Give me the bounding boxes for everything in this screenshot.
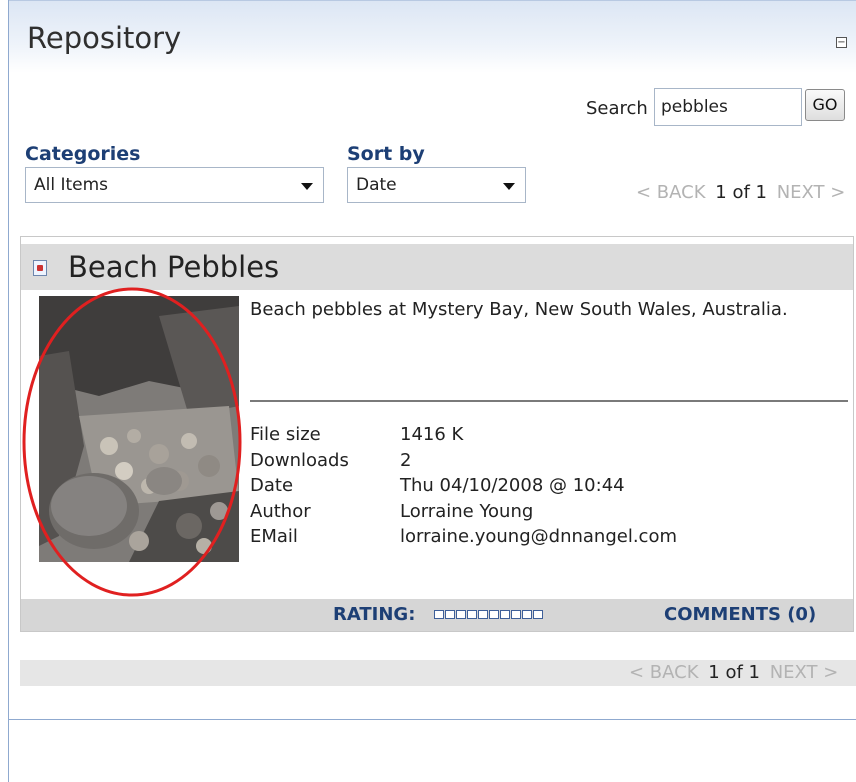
rating-box-icon[interactable] [533,610,543,619]
detail-value: 1416 K [400,424,464,445]
go-button[interactable]: GO [805,89,845,121]
pager-next-link[interactable]: NEXT > [770,662,839,683]
search-label: Search [586,98,648,119]
chevron-down-icon [301,183,313,190]
detail-label: EMail [250,526,298,547]
categories-label: Categories [25,143,141,165]
categories-selected-value: All Items [34,175,109,195]
rating-box-icon[interactable] [522,610,532,619]
detail-label: Date [250,475,294,496]
categories-select[interactable]: All Items [25,167,324,203]
detail-row: Date Thu 04/10/2008 @ 10:44 [250,473,677,499]
pager-top: < BACK 1 of 1 NEXT > [636,182,849,203]
pebbles-photo [39,296,239,562]
item-footer: RATING: COMMENTS (0) [21,599,853,631]
repository-item-card: Beach Pebbles Beach pebbles at Mystery B… [20,236,854,632]
rating-widget[interactable] [434,610,543,619]
module-bottom-border [9,719,856,720]
sort-by-selected-value: Date [356,175,397,195]
rating-box-icon[interactable] [478,610,488,619]
sort-by-label: Sort by [347,143,425,165]
sort-by-select[interactable]: Date [347,167,526,203]
detail-value: Thu 04/10/2008 @ 10:44 [400,475,625,496]
search-input[interactable] [654,88,802,126]
detail-row: Downloads 2 [250,448,677,474]
rating-box-icon[interactable] [434,610,444,619]
email-link[interactable]: lorraine.young@dnnangel.com [400,524,677,550]
pager-back-link[interactable]: < BACK [629,662,699,683]
module-titlebar: Repository − [9,0,856,73]
pager-back-link[interactable]: < BACK [636,182,706,203]
detail-value: Lorraine Young [400,500,534,522]
pager-bottom: < BACK 1 of 1 NEXT > [629,662,842,683]
item-details: File size 1416 K Downloads 2 Date Thu 04… [250,422,677,550]
rating-box-icon[interactable] [456,610,466,619]
rating-box-icon[interactable] [489,610,499,619]
item-description: Beach pebbles at Mystery Bay, New South … [250,299,788,320]
detail-row: File size 1416 K [250,422,677,448]
item-header: Beach Pebbles [21,244,853,290]
pager-next-link[interactable]: NEXT > [777,182,846,203]
detail-row: Author Lorraine Young [250,499,677,525]
detail-row: EMail lorraine.young@dnnangel.com [250,524,677,550]
item-title[interactable]: Beach Pebbles [68,250,279,284]
module-title: Repository [27,21,182,55]
rating-box-icon[interactable] [445,610,455,619]
comments-link[interactable]: COMMENTS (0) [664,604,816,625]
rating-box-icon[interactable] [467,610,477,619]
detail-label: Downloads [250,449,349,471]
divider [250,400,848,402]
rating-box-icon[interactable] [500,610,510,619]
detail-label: File size [250,424,321,445]
rating-label: RATING: [333,604,416,625]
pager-page-indicator: 1 of 1 [708,662,760,683]
document-icon [33,260,47,276]
detail-label: Author [250,500,311,522]
repository-module: Repository − Search GO Categories All It… [8,0,856,782]
detail-value: 2 [400,449,412,471]
chevron-down-icon [503,183,515,190]
item-thumbnail[interactable] [39,296,239,562]
minimize-icon[interactable]: − [836,37,847,48]
rating-box-icon[interactable] [511,610,521,619]
pager-page-indicator: 1 of 1 [715,182,767,203]
